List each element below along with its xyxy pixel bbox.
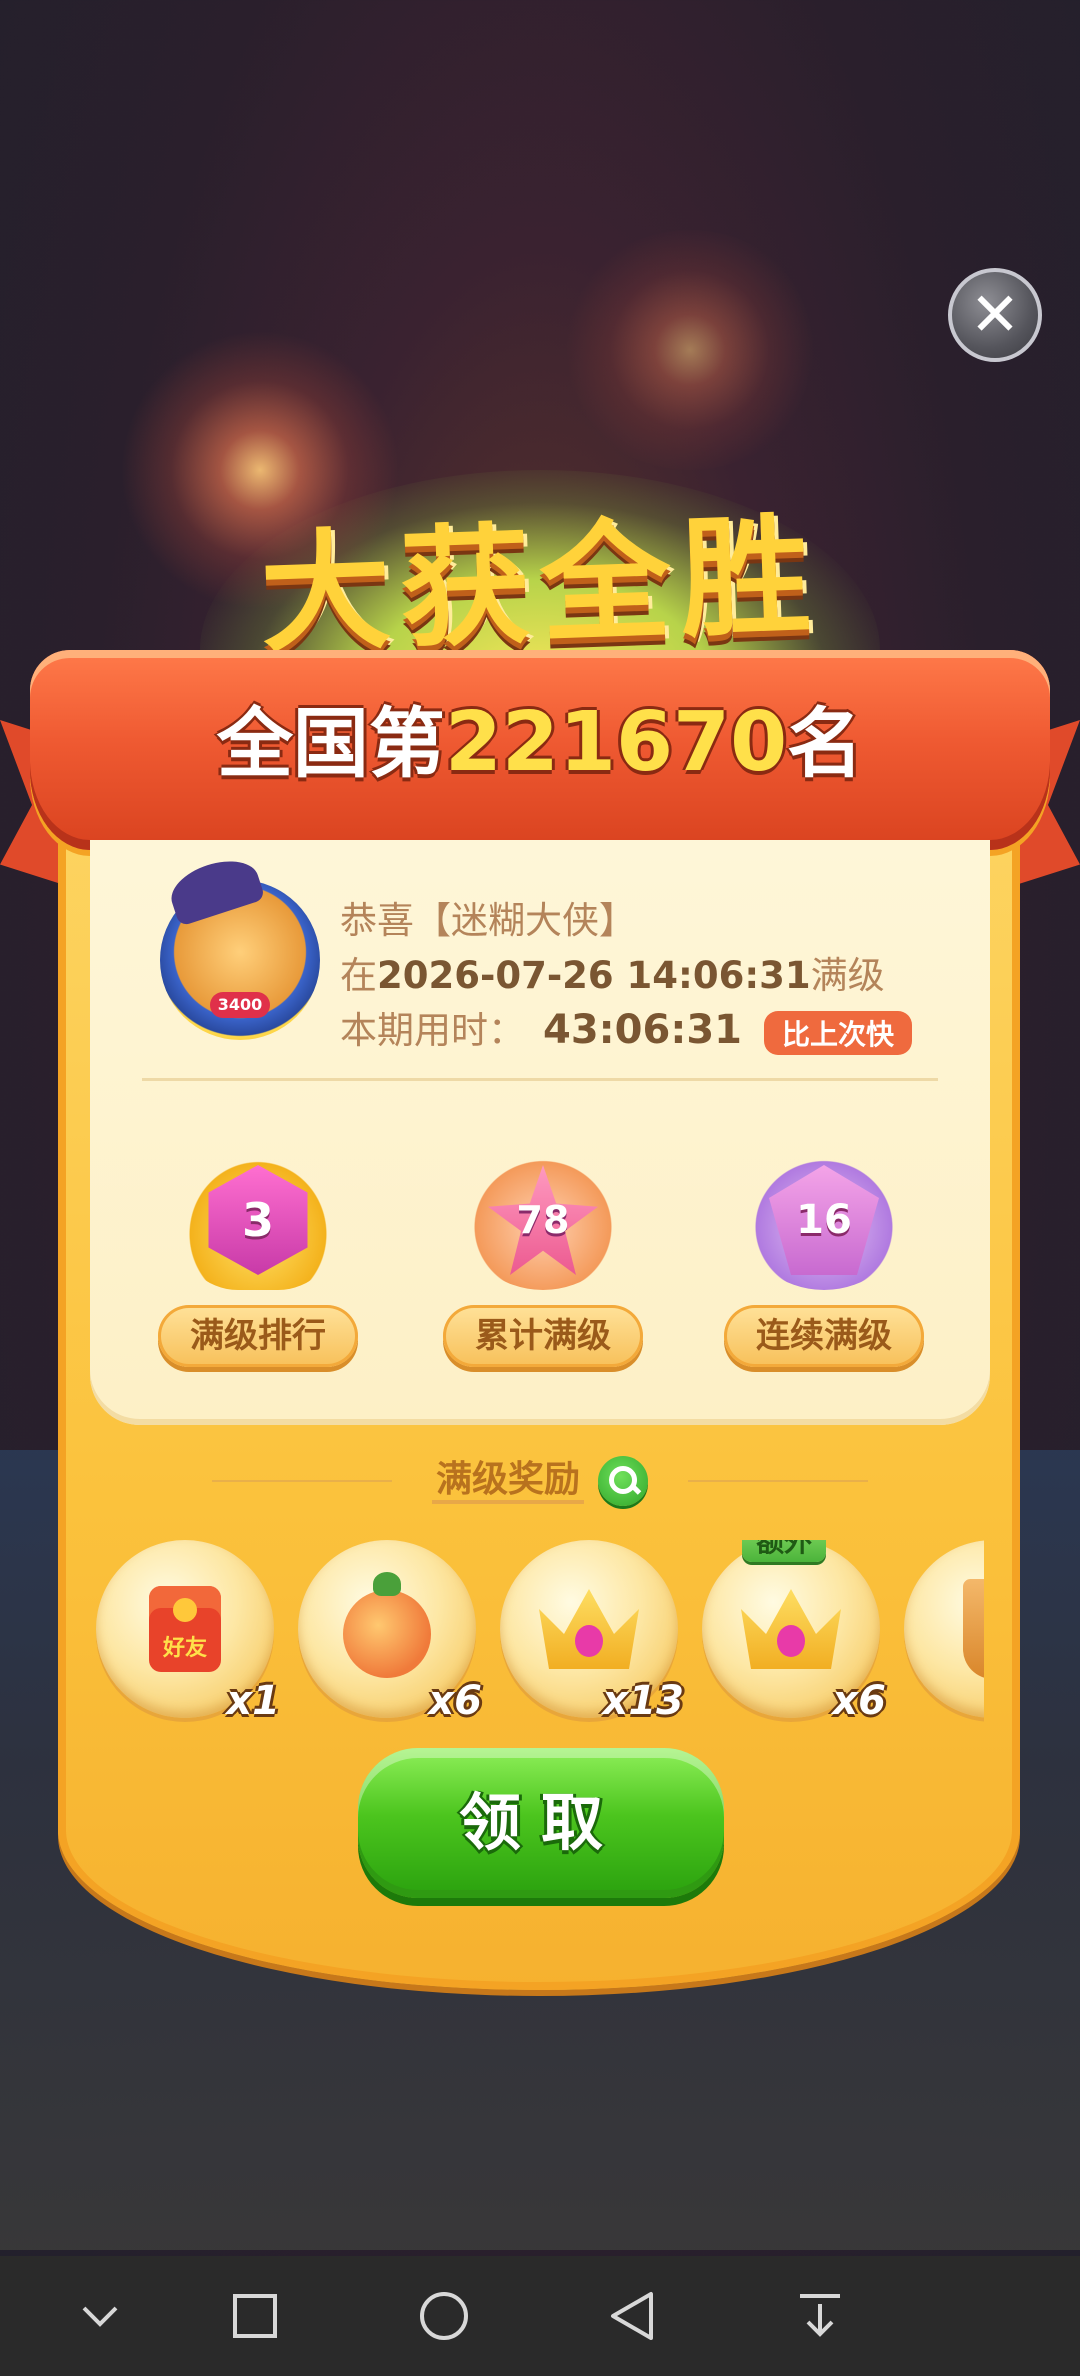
circle-icon (420, 2292, 468, 2340)
reward-item[interactable]: 好友 x1 (96, 1540, 280, 1724)
nav-down-button[interactable] (40, 2256, 160, 2376)
divider (142, 1078, 938, 1081)
stat-streak[interactable]: 16 连续满级 (724, 1150, 924, 1370)
avatar[interactable]: 3400 (160, 851, 320, 1040)
claim-button[interactable]: 领取 (358, 1748, 724, 1898)
stat-rank[interactable]: 3 满级排行 (158, 1150, 358, 1370)
congrats-text: 恭喜【迷糊大侠】 (340, 899, 636, 942)
rewards-title: 满级奖励 (431, 1459, 584, 1504)
bomb-booster-icon (343, 1572, 431, 1678)
close-button[interactable]: ✕ (948, 268, 1042, 362)
reward-item[interactable] (904, 1540, 984, 1720)
maxed-datetime: 2026-07-26 14:06:31 (377, 954, 811, 997)
reward-item[interactable]: x6 (298, 1540, 482, 1724)
reward-item[interactable]: x13 (500, 1540, 684, 1724)
trophy-icon (963, 1579, 984, 1679)
chevron-down-icon (82, 2306, 118, 2327)
wing-star-emblem-icon: 78 (463, 1150, 623, 1290)
rewards-header: 满级奖励 (0, 1450, 1080, 1506)
stat-value: 16 (769, 1165, 879, 1275)
duration-value: 43:06:31 (543, 1007, 742, 1053)
red-envelope-icon: 好友 (149, 1586, 221, 1672)
download-icon (800, 2294, 840, 2337)
maxed-time-text: 在2026-07-26 14:06:31满级 (340, 954, 885, 997)
stat-value: 3 (208, 1165, 308, 1275)
stat-total[interactable]: 78 累计满级 (443, 1150, 643, 1370)
reward-item[interactable]: x6 额外 (702, 1540, 886, 1724)
avatar-level-badge: 3400 (210, 992, 270, 1018)
firework-right (560, 230, 820, 470)
search-icon[interactable] (598, 1456, 648, 1506)
close-icon: ✕ (969, 280, 1021, 350)
stat-value: 78 (488, 1165, 598, 1275)
nav-home-button[interactable] (384, 2256, 504, 2376)
reward-qty: x6 (428, 1678, 482, 1724)
triangle-back-icon (611, 2292, 653, 2340)
stat-label: 累计满级 (443, 1305, 643, 1367)
faster-badge: 比上次快 (763, 1010, 912, 1055)
header-line-left (211, 1480, 392, 1482)
reward-qty: x13 (602, 1678, 684, 1724)
duration-text: 本期用时： 43:06:31 比上次快 (340, 1000, 912, 1055)
extra-badge: 额外 (742, 1540, 827, 1562)
header-line-right (688, 1480, 868, 1482)
nav-pulldown-button[interactable] (760, 2256, 880, 2376)
purple-wing-emblem-icon: 16 (744, 1150, 904, 1290)
crown-emblem-icon: 3 (178, 1150, 338, 1290)
square-icon (233, 2294, 277, 2338)
rewards-list[interactable]: 好友 x1 x6 x13 x6 额外 (96, 1540, 984, 1730)
stat-label: 连续满级 (724, 1305, 924, 1367)
system-nav-bar (0, 2256, 1080, 2376)
rank-number: 221670 (444, 695, 788, 790)
nav-back-button[interactable] (572, 2256, 692, 2376)
rank-text: 全国第221670名 (216, 695, 864, 790)
nav-recents-button[interactable] (195, 2256, 315, 2376)
reward-qty: x6 (832, 1678, 886, 1724)
stat-label: 满级排行 (158, 1305, 358, 1367)
reward-qty: x1 (226, 1678, 280, 1724)
